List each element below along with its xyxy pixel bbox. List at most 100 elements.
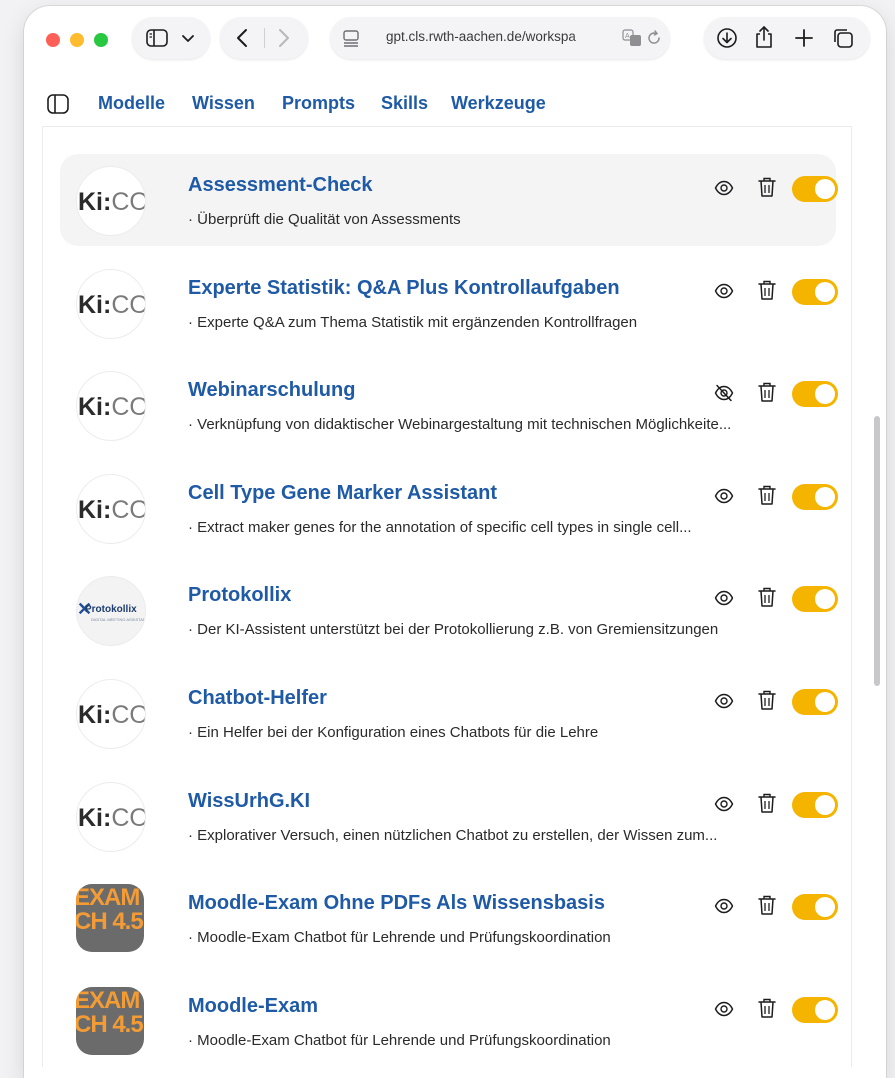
nav-modelle[interactable]: Modelle [98, 93, 165, 114]
model-title[interactable]: Chatbot-Helfer [188, 687, 327, 710]
back-icon[interactable] [236, 28, 248, 48]
kico-logo-text: Ki:CO [78, 188, 146, 217]
eye-icon[interactable] [714, 794, 734, 814]
toggle-knob [815, 179, 835, 199]
minimize-window-button[interactable] [70, 33, 84, 47]
model-description: · Experte Q&A zum Thema Statistik mit er… [188, 314, 638, 331]
reload-icon[interactable] [646, 30, 662, 46]
model-row[interactable]: EXAM CH 4.5 Moodle-Exam · Moodle-Exam Chatb… [60, 975, 838, 1067]
toggle-knob [815, 589, 835, 609]
model-title[interactable]: Experte Statistik: Q&A Plus Kontrollaufg… [188, 277, 620, 300]
enabled-toggle[interactable] [792, 689, 838, 715]
zoom-window-button[interactable] [94, 33, 108, 47]
tab-overview-icon[interactable] [832, 27, 854, 49]
eye-icon[interactable] [714, 178, 734, 198]
toggle-knob [815, 795, 835, 815]
kico-co: CO [111, 804, 146, 832]
toggle-knob [815, 897, 835, 917]
model-row[interactable]: Ki:CO Webinarschulung · Verknüpfung von di… [60, 359, 838, 451]
sidebar-icon [146, 29, 168, 47]
enabled-toggle[interactable] [792, 894, 838, 920]
chevron-down-icon[interactable] [182, 35, 194, 43]
svg-text:A: A [625, 33, 630, 40]
enabled-toggle[interactable] [792, 176, 838, 202]
model-description: · Verknüpfung von didaktischer Webinarge… [188, 416, 732, 433]
trash-icon[interactable] [758, 484, 776, 506]
trash-icon[interactable] [758, 792, 776, 814]
kico-co: CO [111, 701, 146, 729]
enabled-toggle[interactable] [792, 586, 838, 612]
model-logo: EXAM CH 4.5 [76, 884, 144, 952]
toggle-knob [815, 282, 835, 302]
model-title[interactable]: Assessment-Check [188, 174, 373, 197]
address-bar[interactable]: gpt.cls.rwth-aachen.de/workspa A [330, 17, 670, 59]
trash-icon[interactable] [758, 586, 776, 608]
model-logo: Ki:CO [76, 782, 146, 852]
model-row[interactable]: Ki:CO Experte Statistik: Q&A Plus Kontrol… [60, 257, 838, 349]
kico-logo-text: Ki:CO [78, 701, 146, 730]
trash-icon[interactable] [758, 279, 776, 301]
eye-icon[interactable] [714, 999, 734, 1019]
kico-co: CO [111, 393, 146, 421]
model-logo: Ki:CO [76, 474, 146, 544]
model-title[interactable]: Moodle-Exam [188, 995, 318, 1018]
model-description: · Überprüft die Qualität von Assessments [188, 211, 461, 228]
model-logo: ✕ Protokollix DIGITAL MEETING ASSISTANT [76, 576, 146, 646]
eye-icon[interactable] [714, 896, 734, 916]
share-icon[interactable] [754, 25, 774, 49]
trash-icon[interactable] [758, 689, 776, 711]
model-row[interactable]: Ki:CO WissUrhG.KI · Explorativer Versuch, … [60, 770, 838, 862]
enabled-toggle[interactable] [792, 484, 838, 510]
enabled-toggle[interactable] [792, 792, 838, 818]
model-row[interactable]: EXAM CH 4.5 Moodle-Exam Ohne PDFs Als Wiss… [60, 872, 838, 964]
scrollbar[interactable] [874, 416, 880, 686]
model-title[interactable]: Cell Type Gene Marker Assistant [188, 482, 497, 505]
model-title[interactable]: Webinarschulung [188, 379, 355, 402]
exam-logo-line2: CH 4.5 [76, 1011, 144, 1038]
close-window-button[interactable] [46, 33, 60, 47]
enabled-toggle[interactable] [792, 997, 838, 1023]
exam-logo-line2: CH 4.5 [76, 908, 144, 935]
nav-skills[interactable]: Skills [381, 93, 428, 114]
eye-icon[interactable] [714, 691, 734, 711]
model-description: · Ein Helfer bei der Konfiguration eines… [188, 724, 599, 741]
model-title[interactable]: WissUrhG.KI [188, 790, 310, 813]
trash-icon[interactable] [758, 997, 776, 1019]
eye-icon[interactable] [714, 486, 734, 506]
browser-window: gpt.cls.rwth-aachen.de/workspa A Modelle… [24, 6, 886, 1078]
enabled-toggle[interactable] [792, 381, 838, 407]
sidebar-toggle-icon[interactable] [46, 93, 70, 115]
model-title[interactable]: Moodle-Exam Ohne PDFs Als Wissensbasis [188, 892, 605, 915]
eye-icon[interactable] [714, 281, 734, 301]
model-logo: Ki:CO [76, 679, 146, 749]
kico-ki: Ki: [78, 804, 112, 832]
trash-icon[interactable] [758, 894, 776, 916]
model-description: · Moodle-Exam Chatbot für Lehrende und P… [188, 1032, 611, 1049]
kico-logo-text: Ki:CO [78, 393, 146, 422]
nav-wissen[interactable]: Wissen [192, 93, 255, 114]
trash-icon[interactable] [758, 176, 776, 198]
trash-icon[interactable] [758, 381, 776, 403]
eye-icon[interactable] [714, 588, 734, 608]
enabled-toggle[interactable] [792, 279, 838, 305]
model-logo: EXAM CH 4.5 [76, 987, 144, 1055]
model-row[interactable]: Ki:CO Chatbot-Helfer · Ein Helfer bei der … [60, 667, 838, 759]
download-icon[interactable] [716, 27, 738, 49]
kico-ki: Ki: [78, 188, 112, 216]
model-row[interactable]: Ki:CO Assessment-Check · Überprüft die Qua… [60, 154, 838, 246]
model-row[interactable]: Ki:CO Cell Type Gene Marker Assistant · Ex… [60, 462, 838, 554]
nav-werkzeuge[interactable]: Werkzeuge [451, 93, 546, 114]
eye-off-icon[interactable] [714, 383, 734, 403]
forward-icon[interactable] [278, 28, 290, 48]
page-menu-icon[interactable] [342, 29, 360, 47]
workspace-nav: Modelle Wissen Prompts Skills Werkzeuge [24, 84, 886, 124]
model-description: · Explorativer Versuch, einen nützlichen… [188, 827, 718, 844]
kico-co: CO [111, 188, 146, 216]
translate-icon[interactable]: A [622, 29, 642, 47]
nav-prompts[interactable]: Prompts [282, 93, 355, 114]
sidebar-menu-button[interactable] [132, 17, 210, 59]
kico-logo-text: Ki:CO [78, 804, 146, 833]
model-row[interactable]: ✕ Protokollix DIGITAL MEETING ASSISTANT Pro… [60, 564, 838, 656]
model-title[interactable]: Protokollix [188, 584, 291, 607]
new-tab-icon[interactable] [794, 28, 814, 48]
